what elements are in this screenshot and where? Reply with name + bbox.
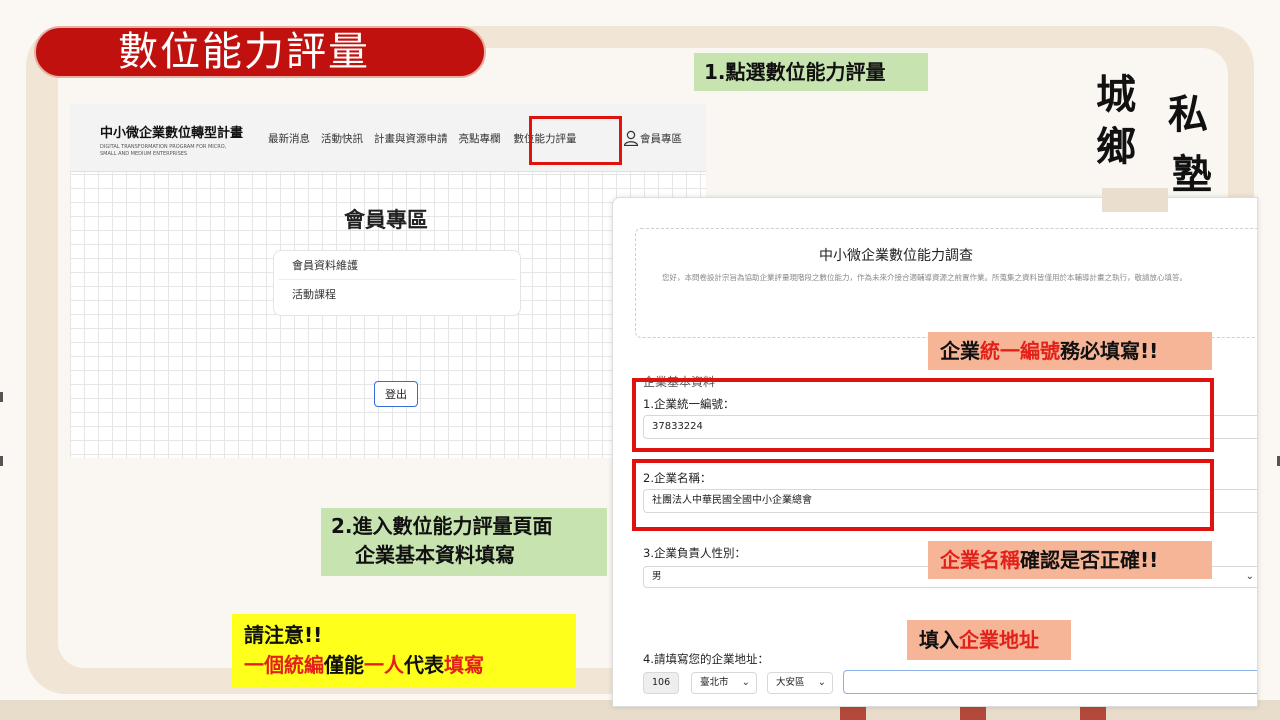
nav-highlight-box: [529, 116, 622, 165]
menu-item-courses[interactable]: 活動課程: [278, 280, 516, 309]
survey-title: 中小微企業數位能力調查: [819, 248, 973, 264]
logout-button[interactable]: 登出: [374, 381, 418, 407]
chevron-down-icon: ⌄: [741, 677, 750, 688]
menu-item-profile[interactable]: 會員資料維護: [278, 251, 516, 280]
site-brand[interactable]: 中小微企業數位轉型計畫 DIGITAL TRANSFORMATION PROGR…: [100, 122, 260, 158]
notice-text: 僅能: [324, 653, 364, 677]
edge-mark: [0, 456, 3, 466]
calligraphy-logo: 城 鄉 私 塾: [1090, 58, 1230, 198]
member-page-screenshot: 中小微企業數位轉型計畫 DIGITAL TRANSFORMATION PROGR…: [70, 104, 706, 458]
q4-label: 4.請填寫您的企業地址：: [643, 652, 769, 666]
notice-line: 一個統編僅能一人代表填寫: [244, 650, 576, 680]
member-page-title: 會員專區: [344, 208, 428, 232]
callout-text: 填入: [919, 628, 959, 652]
nav-highlights[interactable]: 亮點專欄: [459, 131, 501, 146]
nav-member-area[interactable]: 會員專區: [623, 130, 682, 146]
district-select-value: 大安區: [776, 677, 805, 688]
nav-programs[interactable]: 計畫與資源申請: [374, 131, 448, 146]
notice-text: 代表: [404, 653, 444, 677]
edge-mark: [0, 392, 3, 402]
nav-news[interactable]: 最新消息: [268, 131, 310, 146]
notice-line: 請注意!!: [244, 623, 323, 647]
step2-callout: 2.進入數位能力評量頁面 企業基本資料填寫: [321, 508, 607, 576]
member-menu: 會員資料維護 活動課程: [273, 250, 521, 316]
callout-emphasis: 統一編號: [980, 339, 1060, 363]
company-id-highlight: [632, 378, 1214, 452]
survey-intro-box: 中小微企業數位能力調查 您好，本問卷設計宗旨為協助企業評量現階段之數位能力，作為…: [635, 228, 1257, 338]
step2-line: 企業基本資料填寫: [355, 543, 515, 567]
step2-line: 2.進入數位能力評量頁面: [331, 514, 553, 538]
notice-emphasis: 填寫: [444, 653, 484, 677]
company-id-callout: 企業統一編號務必填寫!!: [928, 332, 1212, 370]
user-icon: [623, 130, 639, 146]
brand-subtitle: DIGITAL TRANSFORMATION PROGRAM FOR MICRO…: [100, 144, 260, 158]
brand-title: 中小微企業數位轉型計畫: [100, 126, 244, 141]
callout-emphasis: 企業名稱: [940, 548, 1020, 572]
step1-callout: 1.點選數位能力評量: [694, 53, 928, 91]
chevron-down-icon: ⌄: [1245, 571, 1254, 582]
calligraphy-char: 城: [1096, 71, 1136, 118]
address-callout: 填入企業地址: [907, 620, 1071, 660]
calligraphy-char: 私: [1168, 91, 1208, 138]
q3-label: 3.企業負責人性別：: [643, 546, 746, 560]
company-name-highlight: [632, 459, 1214, 531]
callout-text: 務必填寫!!: [1060, 339, 1159, 363]
calligraphy-char: 鄉: [1096, 123, 1136, 170]
brand-subtitle-line: SMALL AND MEDIUM ENTERPRISES: [100, 151, 188, 157]
callout-emphasis: 企業地址: [959, 628, 1039, 652]
callout-text: 企業: [940, 339, 980, 363]
calligraphy-char: 塾: [1172, 151, 1212, 198]
gender-select-value: 男: [652, 571, 662, 582]
slide-title: 數位能力評量: [118, 29, 370, 75]
district-select[interactable]: 大安區 ⌄: [767, 672, 833, 694]
brand-subtitle-line: DIGITAL TRANSFORMATION PROGRAM FOR MICRO…: [100, 144, 227, 150]
notice-emphasis: 一個統編: [244, 653, 324, 677]
address-input[interactable]: [843, 670, 1257, 694]
notice-emphasis: 一人: [364, 653, 404, 677]
notice-callout: 請注意!! 一個統編僅能一人代表填寫: [232, 614, 576, 688]
zip-code-field: 106: [643, 672, 679, 694]
member-link-label: 會員專區: [640, 132, 682, 145]
city-select[interactable]: 臺北市 ⌄: [691, 672, 757, 694]
company-name-callout: 企業名稱確認是否正確!!: [928, 541, 1212, 579]
chevron-down-icon: ⌄: [817, 677, 826, 688]
city-select-value: 臺北市: [700, 677, 729, 688]
survey-description: 您好，本問卷設計宗旨為協助企業評量現階段之數位能力，作為未來介接合適輔導資源之前…: [662, 273, 1187, 282]
nav-events[interactable]: 活動快訊: [321, 131, 363, 146]
callout-text: 確認是否正確!!: [1020, 548, 1159, 572]
